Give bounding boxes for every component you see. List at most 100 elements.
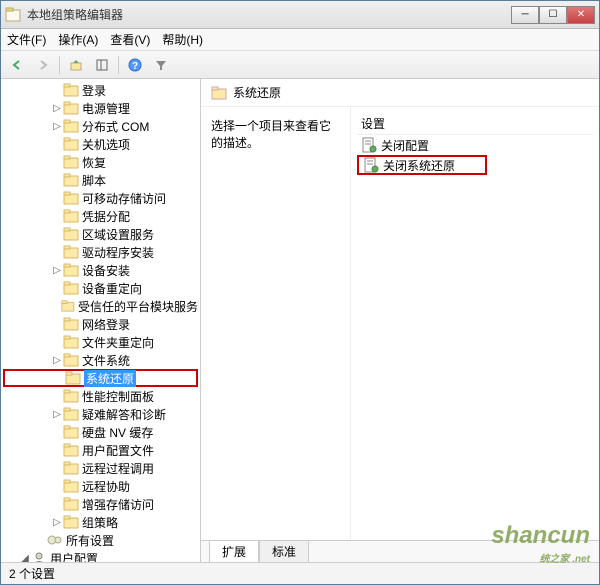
view-tabs: 扩展 标准: [201, 540, 599, 562]
svg-text:?: ?: [132, 61, 138, 72]
filter-button[interactable]: [149, 54, 173, 76]
close-button[interactable]: ✕: [567, 6, 595, 24]
tree-item[interactable]: ▷ 疑难解答和诊断: [3, 405, 198, 423]
tree-item-label: 恢复: [82, 154, 106, 171]
tree-item-label: 远程协助: [82, 478, 130, 495]
tree-item[interactable]: 性能控制面板: [3, 387, 198, 405]
tree-item[interactable]: 远程协助: [3, 477, 198, 495]
expander-icon[interactable]: ▷: [51, 121, 63, 132]
maximize-button[interactable]: ☐: [539, 6, 567, 24]
toolbar-separator: [118, 56, 119, 74]
content-area: 登录▷电源管理▷分布式 COM关机选项恢复脚本可移动存储访问凭据分配区域设置服务…: [1, 79, 599, 562]
tree-item[interactable]: 可移动存储访问: [3, 189, 198, 207]
tree-item[interactable]: 所有设置: [3, 531, 198, 549]
tree-item-label: 凭据分配: [82, 208, 130, 225]
filter-icon: [154, 58, 168, 72]
tree-item[interactable]: ▷ 设备安装: [3, 261, 198, 279]
tree-panel[interactable]: 登录▷电源管理▷分布式 COM关机选项恢复脚本可移动存储访问凭据分配区域设置服务…: [1, 79, 201, 562]
tree-item[interactable]: 文件夹重定向: [3, 333, 198, 351]
status-text: 2 个设置: [9, 565, 55, 582]
expander-icon[interactable]: ▷: [51, 265, 63, 276]
setting-item[interactable]: 关闭配置: [357, 135, 593, 155]
tree-item-label: 疑难解答和诊断: [82, 406, 166, 423]
menu-action[interactable]: 操作(A): [58, 31, 98, 48]
tree-item[interactable]: 关机选项: [3, 135, 198, 153]
settings-header: 设置: [357, 113, 593, 135]
menu-file[interactable]: 文件(F): [7, 31, 46, 48]
menu-help[interactable]: 帮助(H): [162, 31, 203, 48]
tree-item-label: 用户配置: [50, 550, 98, 563]
expander-icon[interactable]: ▷: [51, 355, 63, 366]
back-button[interactable]: [5, 54, 29, 76]
expander-icon[interactable]: ▷: [51, 409, 63, 420]
tree-item[interactable]: 恢复: [3, 153, 198, 171]
tree-item[interactable]: 凭据分配: [3, 207, 198, 225]
settings-column: 设置 关闭配置关闭系统还原: [351, 107, 599, 540]
titlebar-buttons: ─ ☐ ✕: [511, 6, 595, 24]
tree-item[interactable]: 网络登录: [3, 315, 198, 333]
tree-item[interactable]: 脚本: [3, 171, 198, 189]
tree-item-label: 网络登录: [82, 316, 130, 333]
show-hide-button[interactable]: [90, 54, 114, 76]
tab-standard[interactable]: 标准: [259, 540, 309, 562]
tree-item[interactable]: ◢ 用户配置: [3, 549, 198, 562]
tree-item-label: 关机选项: [82, 136, 130, 153]
tree-item[interactable]: 驱动程序安装: [3, 243, 198, 261]
statusbar: 2 个设置: [1, 562, 599, 584]
expander-icon[interactable]: ▷: [51, 103, 63, 114]
tab-extended[interactable]: 扩展: [209, 540, 259, 562]
tree-item-label: 性能控制面板: [82, 388, 154, 405]
tree-item-label: 受信任的平台模块服务: [78, 298, 198, 315]
tree-item-label: 用户配置文件: [82, 442, 154, 459]
tree-item-label: 所有设置: [66, 532, 114, 549]
tree-item[interactable]: 增强存储访问: [3, 495, 198, 513]
tree-item[interactable]: ▷ 文件系统: [3, 351, 198, 369]
details-body: 选择一个项目来查看它的描述。 设置 关闭配置关闭系统还原: [201, 107, 599, 540]
app-icon: [5, 7, 21, 23]
details-header: 系统还原: [201, 79, 599, 107]
tree-item-label: 区域设置服务: [82, 226, 154, 243]
description-text: 选择一个项目来查看它的描述。: [211, 117, 340, 151]
tree-item-label: 系统还原: [84, 370, 136, 387]
tree-item-label: 登录: [82, 82, 106, 99]
help-icon: ?: [128, 58, 142, 72]
forward-icon: [36, 58, 50, 72]
titlebar: 本地组策略编辑器 ─ ☐ ✕: [1, 1, 599, 29]
tree-item[interactable]: 登录: [3, 81, 198, 99]
tree-item[interactable]: ▷电源管理: [3, 99, 198, 117]
back-icon: [10, 58, 24, 72]
toolbar-separator: [59, 56, 60, 74]
expander-icon[interactable]: ▷: [51, 517, 63, 528]
folder-icon: [211, 86, 227, 100]
tree-item[interactable]: 受信任的平台模块服务: [3, 297, 198, 315]
panel-icon: [95, 58, 109, 72]
tree-item-label: 设备安装: [82, 262, 130, 279]
tree-item[interactable]: ▷组策略: [3, 513, 198, 531]
tree-item[interactable]: 远程过程调用: [3, 459, 198, 477]
tree-item-label: 设备重定向: [82, 280, 142, 297]
setting-label: 关闭配置: [381, 137, 429, 154]
minimize-button[interactable]: ─: [511, 6, 539, 24]
tree-item-label: 远程过程调用: [82, 460, 154, 477]
tree-item[interactable]: 系统还原: [3, 369, 198, 387]
tree-item[interactable]: 硬盘 NV 缓存: [3, 423, 198, 441]
tree-item-label: 分布式 COM: [82, 118, 149, 135]
tree-item[interactable]: ▷ 分布式 COM: [3, 117, 198, 135]
tree-item[interactable]: 用户配置文件: [3, 441, 198, 459]
details-title: 系统还原: [233, 84, 281, 101]
forward-button[interactable]: [31, 54, 55, 76]
tree-item-label: 驱动程序安装: [82, 244, 154, 261]
menubar: 文件(F) 操作(A) 查看(V) 帮助(H): [1, 29, 599, 51]
tree-item-label: 可移动存储访问: [82, 190, 166, 207]
help-button[interactable]: ?: [123, 54, 147, 76]
setting-label: 关闭系统还原: [383, 157, 455, 174]
tree-item-label: 脚本: [82, 172, 106, 189]
expander-icon[interactable]: ◢: [19, 553, 31, 563]
tree-item[interactable]: 设备重定向: [3, 279, 198, 297]
details-panel: 系统还原 选择一个项目来查看它的描述。 设置 关闭配置关闭系统还原 扩展 标准: [201, 79, 599, 562]
tree-item[interactable]: 区域设置服务: [3, 225, 198, 243]
setting-item[interactable]: 关闭系统还原: [357, 155, 487, 175]
tree-item-label: 文件系统: [82, 352, 130, 369]
menu-view[interactable]: 查看(V): [110, 31, 150, 48]
up-button[interactable]: [64, 54, 88, 76]
